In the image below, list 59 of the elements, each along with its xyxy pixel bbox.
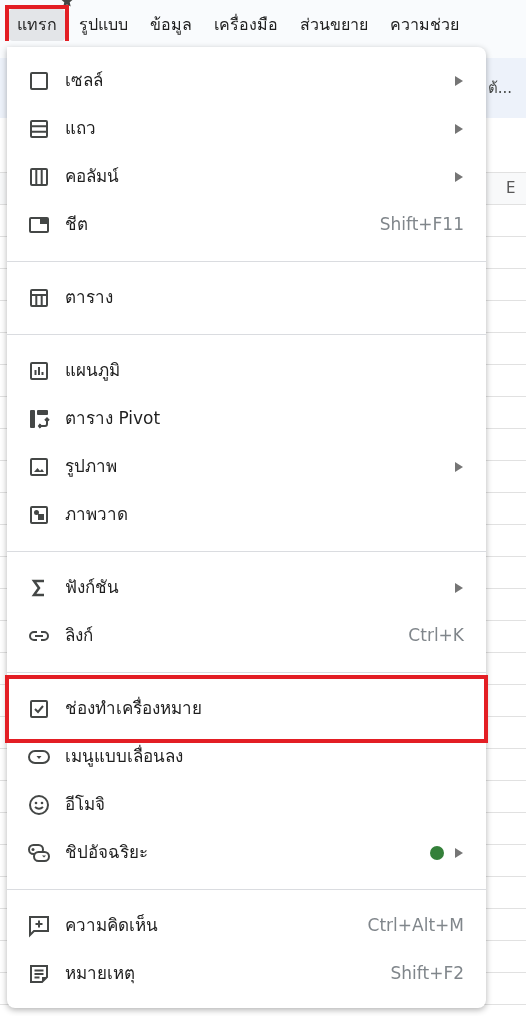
menu-item-label: เซลล์ [65, 69, 103, 93]
menu-bar-item[interactable]: แทรก [9, 9, 65, 41]
menu-item[interactable]: ความคิดเห็น Ctrl+Alt+M [7, 902, 486, 950]
menu-item[interactable]: ฟังก์ชัน [7, 564, 486, 612]
menu-item-label: หมายเหตุ [65, 962, 135, 986]
menu-item-label: ช่องทำเครื่องหมาย [65, 696, 202, 721]
menu-item[interactable]: ลิงก์ Ctrl+K [7, 612, 486, 660]
menu-item-label: ฟังก์ชัน [65, 576, 119, 600]
shortcut-text: Ctrl+K [408, 624, 464, 648]
menu-item-label: ความคิดเห็น [65, 913, 158, 938]
menu-item[interactable]: เมนูแบบเลื่อนลง [7, 733, 486, 781]
menu-item[interactable]: เซลล์ [7, 57, 486, 105]
menu-item[interactable]: หมายเหตุ Shift+F2 [7, 950, 486, 998]
menu-item-label: ตาราง [65, 286, 113, 310]
shortcut-text: Shift+F2 [390, 962, 464, 986]
menu-item-label: แถว [65, 117, 96, 141]
menu-item-label: รูปภาพ [65, 455, 117, 479]
column-header[interactable]: E [506, 177, 526, 200]
menu-item-label: ชีต [65, 213, 88, 237]
cell-icon [27, 69, 51, 93]
menu-bar-item[interactable]: เครื่องมือ [206, 9, 286, 41]
menu-item[interactable]: ชีต Shift+F11 [7, 201, 486, 249]
image-icon [27, 455, 51, 479]
menu-bar-item[interactable]: รูปแบบ [71, 9, 136, 41]
menu-item[interactable]: ช่องทำเครื่องหมาย [7, 685, 486, 733]
menu-item-label: อีโมจิ [65, 793, 105, 817]
checkbox-icon [27, 697, 51, 721]
menu-item-label: คอลัมน์ [65, 165, 119, 189]
pivot-table-icon [27, 407, 51, 431]
menu-item-label: แผนภูมิ [65, 359, 120, 383]
menu-item[interactable]: แผนภูมิ [7, 347, 486, 395]
chart-icon [27, 359, 51, 383]
menu-item[interactable]: ชิปอัจฉริยะ [7, 829, 486, 877]
smiley-icon [27, 793, 51, 817]
menu-item-label: เมนูแบบเลื่อนลง [65, 744, 183, 769]
menu-item[interactable]: ตาราง [7, 274, 486, 322]
menu-item[interactable]: ตาราง Pivot [7, 395, 486, 443]
menu-bar-item[interactable]: ส่วนขยาย [292, 9, 376, 41]
menu-item-label: ตาราง Pivot [65, 407, 161, 431]
rows-icon [27, 117, 51, 141]
note-icon [27, 962, 51, 986]
menu-item[interactable]: รูปภาพ [7, 443, 486, 491]
table-icon [27, 286, 51, 310]
shortcut-text: Ctrl+Alt+M [367, 914, 464, 938]
menu-item-label: ชิปอัจฉริยะ [65, 841, 148, 865]
columns-icon [27, 165, 51, 189]
menu-item[interactable]: แถว [7, 105, 486, 153]
menu-item[interactable]: คอลัมน์ [7, 153, 486, 201]
add-comment-icon [27, 914, 51, 938]
smart-chip-icon [27, 841, 51, 865]
menu-bar-item[interactable]: ความช่วย [382, 9, 467, 41]
menu-item-label: ลิงก์ [65, 624, 93, 648]
drawing-icon [27, 503, 51, 527]
menu-item-label: ภาพวาด [65, 503, 128, 527]
shortcut-text: Shift+F11 [379, 213, 464, 237]
menu-bar-item[interactable]: ข้อมูล [142, 9, 200, 41]
banner-text: ต้... [487, 77, 512, 99]
menu-item[interactable]: อีโมจิ [7, 781, 486, 829]
menu-item[interactable]: ภาพวาด [7, 491, 486, 539]
